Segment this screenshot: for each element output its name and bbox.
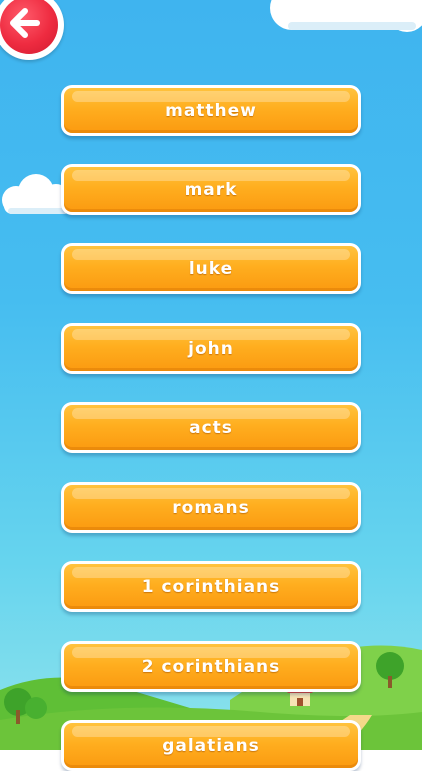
- book-list: MATTHEW MARK LUKE JOHN ACTS ROMANS 1 COR…: [0, 0, 422, 771]
- book-label: ROMANS: [172, 497, 250, 518]
- book-button-face[interactable]: MATTHEW: [64, 88, 358, 133]
- book-button-face[interactable]: GALATIANS: [64, 723, 358, 768]
- book-button-romans[interactable]: ROMANS: [61, 482, 361, 533]
- book-button-mark[interactable]: MARK: [61, 164, 361, 215]
- book-button-face[interactable]: ACTS: [64, 405, 358, 450]
- book-label: JOHN: [188, 338, 234, 359]
- book-button-1-corinthians[interactable]: 1 CORINTHIANS: [61, 561, 361, 612]
- book-button-john[interactable]: JOHN: [61, 323, 361, 374]
- book-button-2-corinthians[interactable]: 2 CORINTHIANS: [61, 641, 361, 692]
- book-button-face[interactable]: 2 CORINTHIANS: [64, 644, 358, 689]
- book-button-face[interactable]: JOHN: [64, 326, 358, 371]
- book-button-face[interactable]: 1 CORINTHIANS: [64, 564, 358, 609]
- book-button-face[interactable]: MARK: [64, 167, 358, 212]
- book-label: ACTS: [189, 417, 233, 438]
- book-label: GALATIANS: [162, 735, 260, 756]
- book-label: MARK: [184, 179, 238, 200]
- book-button-face[interactable]: LUKE: [64, 246, 358, 291]
- book-button-acts[interactable]: ACTS: [61, 402, 361, 453]
- book-label: LUKE: [188, 258, 234, 279]
- book-label: 1 CORINTHIANS: [141, 576, 281, 597]
- book-label: 2 CORINTHIANS: [141, 656, 281, 677]
- book-button-face[interactable]: ROMANS: [64, 485, 358, 530]
- book-button-galatians[interactable]: GALATIANS: [61, 720, 361, 771]
- book-button-matthew[interactable]: MATTHEW: [61, 85, 361, 136]
- book-label: MATTHEW: [165, 100, 257, 121]
- book-button-luke[interactable]: LUKE: [61, 243, 361, 294]
